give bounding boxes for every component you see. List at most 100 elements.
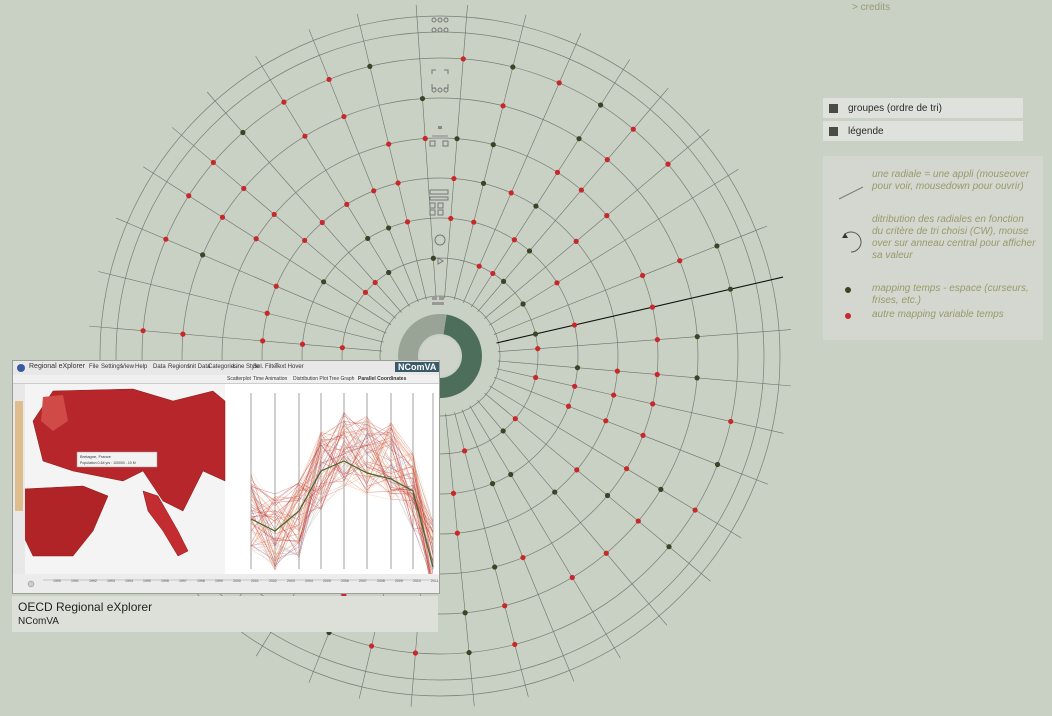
mapping-dot: [281, 99, 287, 105]
mapping-dot: [535, 346, 541, 352]
timeline-year-label: 2006: [341, 579, 349, 583]
mapping-dot: [603, 418, 609, 424]
radial-spoke[interactable]: [484, 129, 710, 319]
mapping-dot: [386, 269, 392, 276]
mapping-dot: [502, 603, 508, 609]
mapping-dot: [714, 243, 720, 249]
mapping-dot: [635, 518, 641, 524]
mapping-dot: [450, 490, 457, 496]
group-icon-squares[interactable]: [429, 126, 449, 147]
radial-spoke[interactable]: [496, 276, 784, 344]
radial-spoke[interactable]: [471, 59, 630, 308]
mapping-dot: [556, 80, 562, 86]
mapping-dot: [500, 103, 506, 109]
mapping-dot: [510, 64, 516, 70]
radial-spoke[interactable]: [489, 385, 742, 539]
timeline-year-label: 1994: [125, 579, 133, 583]
radial-spoke[interactable]: [489, 169, 739, 326]
preview-caption-title: OECD Regional eXplorer: [18, 600, 153, 614]
radial-spoke[interactable]: [445, 413, 475, 707]
radial-spoke[interactable]: [493, 376, 768, 485]
legend-other-text: autre mapping variable temps: [872, 309, 1004, 320]
mapping-dot: [365, 235, 371, 242]
radial-spoke[interactable]: [497, 360, 791, 387]
radial-spoke[interactable]: [89, 325, 383, 352]
radial-spoke[interactable]: [477, 400, 668, 626]
mapping-dot: [614, 368, 620, 374]
mapping-dot: [200, 252, 206, 258]
group-icon-bracket[interactable]: [431, 69, 449, 93]
radial-spoke[interactable]: [461, 409, 575, 682]
radial-spoke[interactable]: [496, 368, 784, 434]
radial-spoke[interactable]: [415, 4, 437, 299]
preview-caption-subtitle: NComVA: [18, 616, 59, 627]
radial-spoke[interactable]: [462, 33, 582, 303]
play-button-icon[interactable]: [27, 580, 35, 588]
group-icon-list[interactable]: [429, 189, 449, 216]
radial-spoke[interactable]: [444, 5, 468, 299]
mapping-dot: [574, 365, 581, 371]
legend-distribution-text: ditribution des radiales en fonction du …: [872, 214, 1036, 261]
mapping-dot: [321, 279, 327, 285]
timeline-year-label: 2008: [377, 579, 385, 583]
timeline-year-label: 2005: [323, 579, 331, 583]
mapping-dot: [532, 331, 539, 337]
mapping-dot: [520, 554, 526, 561]
timeline-year-label: 1991: [71, 579, 79, 583]
groups-square-icon: [829, 103, 838, 113]
mapping-dot: [273, 283, 279, 289]
preview-caption: OECD Regional eXplorer NComVA: [12, 596, 438, 632]
mapping-dot: [554, 280, 560, 286]
mapping-dot: [480, 180, 487, 186]
mapping-dot: [260, 338, 266, 344]
mapping-dot: [714, 461, 721, 468]
app-preview[interactable]: Regional eXplorer File Settings View Hel…: [12, 360, 440, 594]
legend-button[interactable]: légende: [823, 121, 1023, 141]
mapping-dot: [422, 135, 428, 142]
radial-spoke[interactable]: [477, 87, 669, 313]
timeline-year-label: 2011: [431, 579, 439, 583]
mapping-dot: [490, 142, 496, 148]
mapping-dot: [476, 263, 482, 269]
timeline-year-label: 1992: [89, 579, 97, 583]
mapping-dot: [603, 550, 609, 556]
mapping-dot: [302, 237, 308, 244]
mapping-dot: [649, 304, 656, 310]
mapping-dot: [571, 322, 578, 328]
radial-spoke[interactable]: [454, 412, 529, 697]
mapping-dot: [569, 574, 575, 581]
mapping-dot: [654, 371, 660, 378]
mapping-dot: [611, 392, 617, 398]
mapping-dot: [500, 278, 507, 285]
radial-spoke[interactable]: [356, 13, 427, 300]
mapping-dot: [253, 236, 259, 242]
mapping-dot: [512, 641, 518, 648]
mapping-dot: [210, 159, 216, 166]
credits-link[interactable]: > credits: [852, 2, 890, 13]
mapping-dot: [241, 185, 247, 192]
mapping-dot: [512, 416, 518, 422]
mapping-dot: [341, 113, 347, 120]
mapping-dot: [578, 187, 584, 193]
mapping-dot: [694, 375, 700, 381]
mapping-dot: [727, 286, 734, 292]
mapping-dot: [630, 126, 636, 132]
radial-spoke[interactable]: [206, 91, 402, 313]
group-icon-cycle[interactable]: [434, 234, 446, 265]
mapping-dot: [572, 383, 578, 389]
group-icon-grid[interactable]: [432, 296, 444, 305]
mapping-dot: [302, 133, 308, 139]
mapping-dot: [500, 428, 506, 434]
mapping-dot: [412, 650, 419, 656]
radial-spoke[interactable]: [143, 166, 392, 326]
group-icon-dots[interactable]: [431, 17, 449, 33]
radial-spoke[interactable]: [493, 225, 768, 335]
mapping-dot: [344, 201, 350, 207]
mapping-dot: [624, 466, 630, 472]
mapping-dot: [526, 248, 533, 254]
groups-sort-button[interactable]: groupes (ordre de tri): [823, 98, 1023, 118]
radial-spoke[interactable]: [308, 29, 419, 303]
mapping-dot: [219, 214, 226, 220]
timeline-year-label: 2001: [251, 579, 259, 583]
mapping-dot: [489, 481, 496, 487]
